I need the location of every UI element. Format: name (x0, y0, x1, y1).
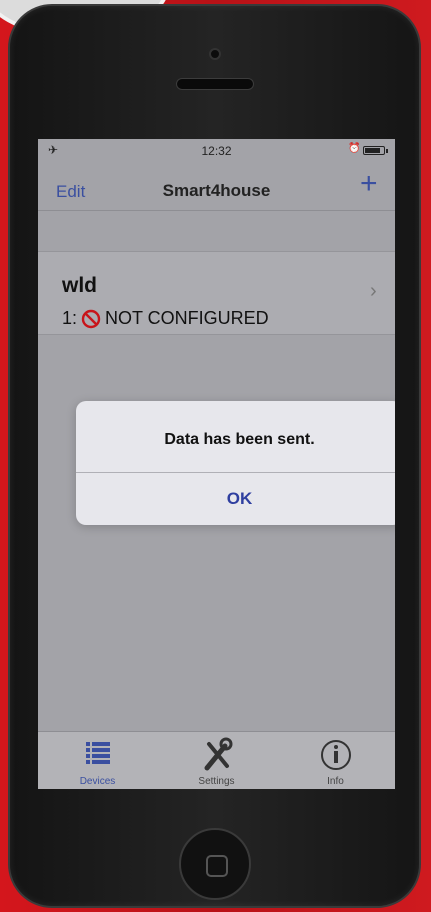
phone-body: ✈ 12:32 ⏰ Edit Smart4house + wld 1: NOT … (8, 4, 421, 908)
device-name: wld (62, 274, 97, 297)
tab-bar: Devices Settings Info (38, 731, 395, 789)
tab-label-info: Info (327, 776, 344, 787)
device-status-text: NOT CONFIGURED (105, 308, 269, 328)
device-status: 1: NOT CONFIGURED (62, 308, 269, 329)
add-device-button[interactable]: + (360, 169, 378, 199)
photo-scene: ✈ 12:32 ⏰ Edit Smart4house + wld 1: NOT … (0, 0, 431, 912)
home-square-icon (206, 855, 228, 877)
navigation-bar: Edit Smart4house + (38, 161, 395, 211)
phone-screen: ✈ 12:32 ⏰ Edit Smart4house + wld 1: NOT … (38, 139, 395, 789)
device-index: 1: (62, 308, 78, 328)
tab-devices[interactable]: Devices (38, 732, 157, 789)
earpiece-speaker (176, 78, 254, 90)
alert-dialog: Data has been sent. OK (76, 401, 395, 525)
battery-icon (363, 146, 388, 155)
status-bar: ✈ 12:32 ⏰ (38, 139, 395, 161)
home-button[interactable] (179, 828, 251, 900)
tab-label-devices: Devices (79, 776, 116, 787)
device-list-item[interactable]: wld 1: NOT CONFIGURED › (38, 251, 395, 335)
alert-message: Data has been sent. (164, 431, 315, 448)
tools-icon (204, 737, 233, 771)
tab-label-settings: Settings (198, 776, 235, 787)
not-configured-icon (81, 309, 101, 328)
front-camera (209, 48, 221, 60)
tab-info[interactable]: Info (276, 732, 395, 789)
list-icon (86, 742, 110, 764)
page-title: Smart4house (162, 181, 271, 200)
alarm-icon: ⏰ (348, 143, 361, 154)
info-icon (321, 740, 351, 770)
chevron-right-icon: › (370, 280, 377, 302)
ok-button[interactable]: OK (76, 472, 395, 525)
tab-settings[interactable]: Settings (157, 732, 276, 789)
status-time: 12:32 (201, 144, 232, 158)
